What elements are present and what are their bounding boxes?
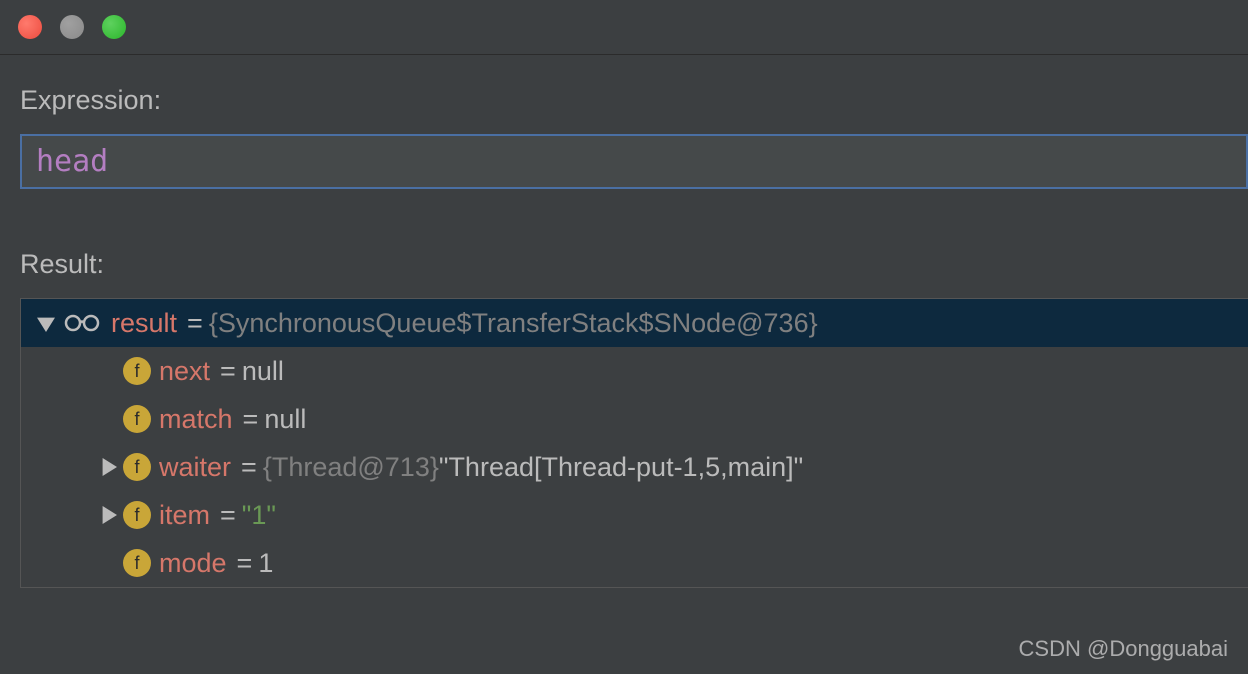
expression-input[interactable] bbox=[36, 144, 1232, 179]
field-icon: f bbox=[123, 357, 151, 385]
var-name: item bbox=[159, 500, 210, 531]
tree-row-next[interactable]: f next = null bbox=[21, 347, 1248, 395]
result-label: Result: bbox=[20, 249, 1248, 280]
var-value: "1" bbox=[242, 500, 276, 531]
expand-icon[interactable] bbox=[93, 506, 123, 524]
var-name: mode bbox=[159, 548, 227, 579]
expression-label: Expression: bbox=[20, 85, 1248, 116]
equals-sign: = bbox=[187, 308, 203, 339]
var-ref: {Thread@713} bbox=[263, 452, 439, 483]
equals-sign: = bbox=[220, 500, 236, 531]
expression-input-wrapper[interactable] bbox=[20, 134, 1248, 189]
var-value: 1 bbox=[258, 548, 273, 579]
result-tree: result = {SynchronousQueue$TransferStack… bbox=[20, 298, 1248, 588]
expand-icon[interactable] bbox=[93, 458, 123, 476]
content-area: Expression: Result: result = {Synchronou… bbox=[0, 55, 1248, 588]
field-icon: f bbox=[123, 405, 151, 433]
equals-sign: = bbox=[241, 452, 257, 483]
window-title-bar bbox=[0, 0, 1248, 55]
var-value: {SynchronousQueue$TransferStack$SNode@73… bbox=[209, 308, 818, 339]
tree-row-item[interactable]: f item = "1" bbox=[21, 491, 1248, 539]
var-value: null bbox=[264, 404, 306, 435]
var-name: waiter bbox=[159, 452, 231, 483]
close-window-button[interactable] bbox=[18, 15, 42, 39]
var-name: result bbox=[111, 308, 177, 339]
equals-sign: = bbox=[243, 404, 259, 435]
watermark: CSDN @Dongguabai bbox=[1019, 636, 1228, 662]
minimize-window-button[interactable] bbox=[60, 15, 84, 39]
field-icon: f bbox=[123, 453, 151, 481]
tree-row-match[interactable]: f match = null bbox=[21, 395, 1248, 443]
tree-row-result[interactable]: result = {SynchronousQueue$TransferStack… bbox=[21, 299, 1248, 347]
field-icon: f bbox=[123, 501, 151, 529]
tree-row-waiter[interactable]: f waiter = {Thread@713} "Thread[Thread-p… bbox=[21, 443, 1248, 491]
var-name: match bbox=[159, 404, 233, 435]
field-icon: f bbox=[123, 549, 151, 577]
equals-sign: = bbox=[220, 356, 236, 387]
var-value: "Thread[Thread-put-1,5,main]" bbox=[439, 452, 803, 483]
tree-row-mode[interactable]: f mode = 1 bbox=[21, 539, 1248, 587]
watch-icon bbox=[61, 311, 103, 335]
equals-sign: = bbox=[237, 548, 253, 579]
var-value: null bbox=[242, 356, 284, 387]
var-name: next bbox=[159, 356, 210, 387]
collapse-icon[interactable] bbox=[31, 314, 61, 332]
maximize-window-button[interactable] bbox=[102, 15, 126, 39]
